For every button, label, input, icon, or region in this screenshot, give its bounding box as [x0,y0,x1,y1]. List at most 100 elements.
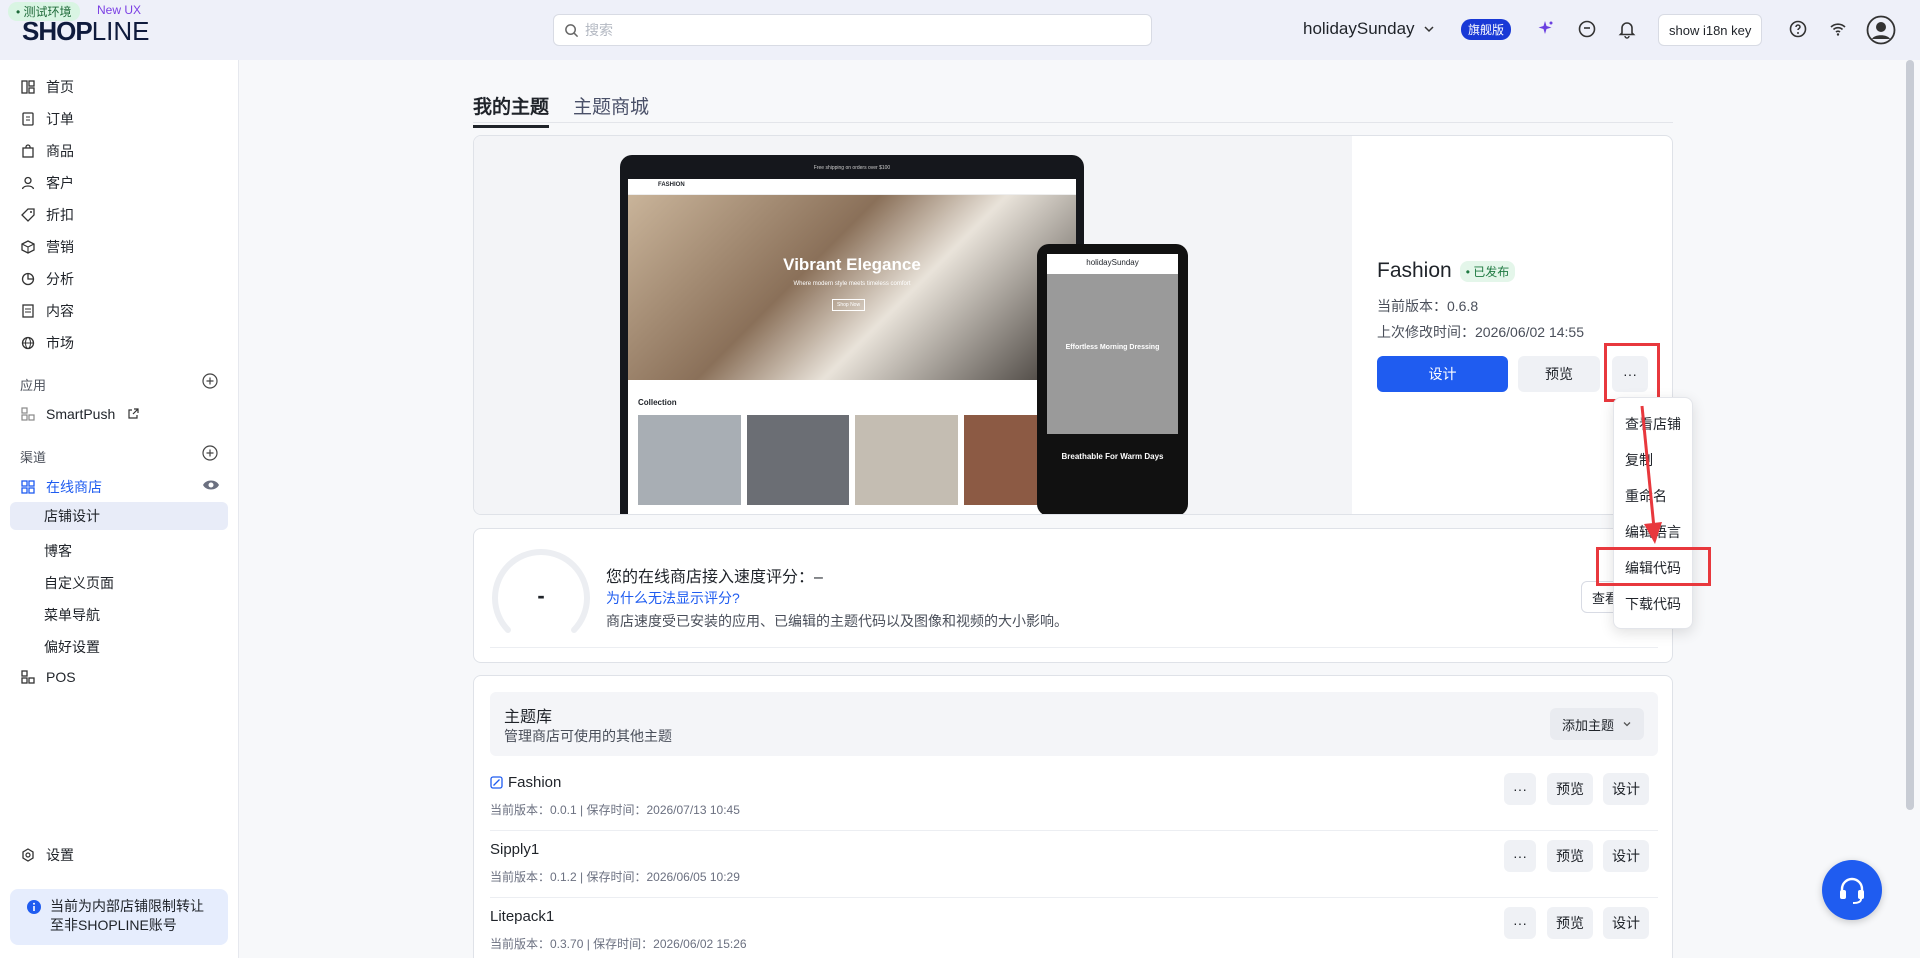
design-button[interactable]: 设计 [1377,356,1508,392]
library-theme-meta: 当前版本：0.0.1 | 保存时间：2026/07/13 10:45 [490,803,740,817]
sidebar-item-market[interactable]: 市场 [20,333,74,353]
preview-button[interactable]: 预览 [1518,356,1600,392]
library-theme-name: Sipply1 [490,841,540,858]
sidebar-sub-menu-nav[interactable]: 菜单导航 [44,605,100,625]
theme-modified-time: 上次修改时间：2026/06/02 14:55 [1377,324,1584,340]
phone-hero-title: Effortless Morning Dressing [1047,274,1178,434]
menu-item-download-code[interactable]: 下载代码 [1625,594,1681,614]
headset-icon [1835,873,1869,907]
add-theme-label: 添加主题 [1561,717,1614,733]
support-chat-button[interactable] [1822,860,1882,920]
current-theme-card: Free shipping on orders over $100 FASHIO… [473,135,1673,515]
search-placeholder: 搜索 [585,22,613,38]
phone-dark-title: Breathable For Warm Days [1047,434,1178,514]
sidebar-item-marketing[interactable]: 营销 [20,237,74,257]
sidebar-item-content[interactable]: 内容 [20,301,74,321]
store-icon [20,479,36,495]
sidebar-item-pos[interactable]: POS [20,669,76,685]
pos-label: POS [46,669,76,685]
help-icon[interactable] [1788,19,1808,39]
sidebar-item-analytics[interactable]: 分析 [20,269,74,289]
library-design-button[interactable]: 设计 [1603,773,1649,805]
sidebar-item-label: 内容 [46,303,74,319]
sidebar-item-products[interactable]: 商品 [20,141,74,161]
search-icon [564,23,579,38]
tab-divider [473,122,1673,123]
library-row: Sipply1 当前版本：0.1.2 | 保存时间：2026/06/05 10:… [490,831,1658,898]
preview-shop-now: Shop Now [832,299,866,311]
theme-version: 当前版本：0.6.8 [1377,298,1479,314]
chat-icon[interactable] [1577,19,1597,39]
library-more-button[interactable]: ··· [1504,907,1536,939]
show-i18n-key-button[interactable]: show i18n key [1658,14,1763,46]
eye-icon[interactable] [202,477,220,493]
sidebar-sub-blog[interactable]: 博客 [44,541,72,561]
sidebar-item-orders[interactable]: 订单 [20,109,74,129]
globe-icon [20,335,36,351]
smartpush-label: SmartPush [46,406,116,422]
library-subtitle: 管理商店可使用的其他主题 [504,728,672,744]
sidebar-sub-store-design[interactable]: 店铺设计 [10,502,228,530]
sidebar-item-settings[interactable]: 设置 [20,845,74,865]
sidebar-item-home[interactable]: 首页 [20,77,74,97]
library-design-button[interactable]: 设计 [1603,840,1649,872]
library-more-button[interactable]: ··· [1504,840,1536,872]
internal-store-notice: 当前为内部店铺限制转让 至非SHOPLINE账号 [10,889,228,945]
preview-thumb [855,415,958,505]
sidebar-item-label: 订单 [46,111,74,127]
wifi-icon[interactable] [1828,19,1848,39]
apps-section-title: 应用 [20,378,47,393]
sidebar-item-label: 营销 [46,239,74,255]
tag-icon [20,207,36,223]
library-preview-button[interactable]: 预览 [1547,773,1593,805]
library-theme-meta: 当前版本：0.1.2 | 保存时间：2026/06/05 10:29 [490,870,740,884]
highlight-more-button [1604,343,1660,402]
chevron-down-icon [1622,719,1632,729]
sidebar: 首页 订单 商品 客户 折扣 营销 分析 内容 市场 应用 SmartPush … [0,60,239,958]
why-no-score-link[interactable]: 为什么无法显示评分? [606,588,740,608]
speed-score-card: - 您的在线商店接入速度评分：– 为什么无法显示评分? 商店速度受已安装的应用、… [473,528,1673,663]
store-switcher[interactable]: holidaySunday [1303,19,1435,39]
user-avatar-icon[interactable] [1866,15,1896,45]
settings-label: 设置 [46,847,74,863]
sidebar-item-label: 客户 [46,175,74,191]
library-design-button[interactable]: 设计 [1603,907,1649,939]
theme-preview-area[interactable]: Free shipping on orders over $100 FASHIO… [474,136,1352,514]
highlight-edit-code [1596,547,1711,586]
shopline-logo[interactable]: SHOPLINE [22,16,150,47]
person-icon [20,175,36,191]
add-channel-icon[interactable] [202,445,218,461]
library-preview-button[interactable]: 预览 [1547,840,1593,872]
library-theme-meta: 当前版本：0.3.70 | 保存时间：2026/06/02 15:26 [490,937,747,951]
theme-link-icon [490,776,503,789]
library-theme-name: Litepack1 [490,908,555,925]
content-icon [20,303,36,319]
sparkle-icon[interactable] [1536,19,1556,39]
add-app-icon[interactable] [202,373,218,389]
sidebar-sub-custom-pages[interactable]: 自定义页面 [44,573,114,593]
add-theme-button[interactable]: 添加主题 [1549,708,1644,740]
library-more-button[interactable]: ··· [1504,773,1536,805]
plan-badge: 旗舰版 [1461,19,1512,40]
sidebar-item-customers[interactable]: 客户 [20,173,74,193]
library-title: 主题库 [504,709,553,726]
sidebar-item-label: 折扣 [46,207,74,223]
speed-title: 您的在线商店接入速度评分：– [606,569,823,586]
new-ux-label: New UX [97,3,142,17]
sidebar-sub-preferences[interactable]: 偏好设置 [44,637,100,657]
search-input[interactable]: 搜索 [553,14,1152,46]
sidebar-item-smartpush[interactable]: SmartPush [20,406,141,422]
bell-icon[interactable] [1617,19,1637,39]
library-preview-button[interactable]: 预览 [1547,907,1593,939]
phone-preview: holidaySunday Effortless Morning Dressin… [1037,244,1188,514]
phone-store-name: holidaySunday [1086,258,1139,267]
sidebar-item-discounts[interactable]: 折扣 [20,205,74,225]
external-link-icon [125,406,141,422]
published-badge: • 已发布 [1459,260,1516,282]
page-scrollbar[interactable] [1906,60,1914,810]
gear-icon [20,847,36,863]
analytics-icon [20,271,36,287]
store-name: holidaySunday [1303,19,1415,38]
sidebar-item-online-store[interactable]: 在线商店 [20,477,102,497]
sidebar-item-label: 市场 [46,335,74,351]
